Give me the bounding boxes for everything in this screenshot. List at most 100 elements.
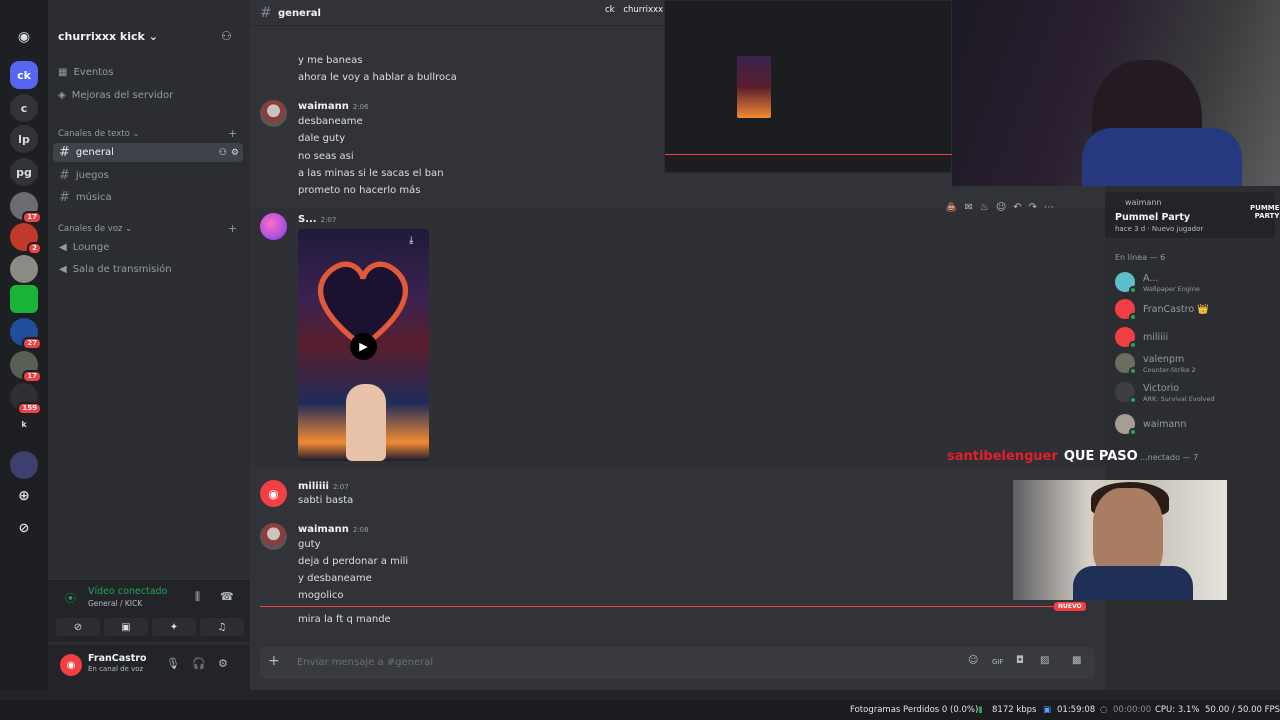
message-text: y me baneas — [298, 55, 363, 66]
voice-status-subtitle[interactable]: General / KICK — [88, 599, 142, 608]
member-name: waimann — [1143, 418, 1187, 430]
server-icon-k[interactable]: k — [10, 410, 38, 438]
server-icon[interactable]: 17 — [10, 351, 42, 383]
forward-icon[interactable]: ↷ — [1029, 202, 1037, 213]
activity-game: Pummel Party — [1115, 212, 1191, 223]
chevron-down-icon: ⌄ — [148, 30, 158, 43]
server-icon[interactable]: 27 — [10, 318, 42, 350]
create-voice-channel-icon[interactable]: + — [228, 222, 237, 235]
reaction-poop-icon[interactable]: 💩 — [945, 202, 957, 213]
message-text: y desbaneame — [298, 573, 372, 584]
server-icon-c[interactable]: c — [10, 94, 38, 122]
avatar[interactable] — [260, 523, 287, 550]
server-name-button[interactable]: churrixxx kick ⌄ — [58, 30, 158, 43]
discord-home-icon[interactable]: ◉ — [10, 23, 38, 51]
member-item[interactable]: Victorio ARK: Survival Evolved — [1115, 381, 1214, 404]
hash-icon: # — [260, 5, 272, 21]
headphones-icon[interactable]: 🎧 — [192, 657, 206, 670]
server-icon[interactable] — [10, 451, 38, 479]
category-label: Canales de voz — [58, 224, 123, 234]
server-label: pg — [16, 165, 32, 179]
message-input[interactable]: Enviar mensaje a #general — [297, 657, 433, 668]
message-text: no seas asi — [298, 151, 354, 162]
disconnect-icon[interactable]: ☎ — [220, 590, 234, 603]
message-author[interactable]: waimann 2:06 — [298, 101, 369, 112]
activities-button[interactable]: ✦ — [152, 618, 196, 636]
events-item[interactable]: ▦ Eventos — [58, 67, 113, 78]
channel-musica[interactable]: # música — [53, 188, 243, 207]
noise-suppression-icon[interactable]: ⫼ — [195, 590, 200, 604]
server-icon[interactable]: 17 — [10, 192, 42, 224]
gif-icon[interactable]: GIF — [992, 658, 1004, 666]
member-item[interactable]: FranCastro 👑 — [1115, 298, 1209, 321]
server-icon[interactable] — [10, 255, 38, 283]
message-author[interactable]: miliiii 2:07 — [298, 481, 349, 492]
avatar[interactable]: ◉ — [60, 654, 82, 676]
voice-status-title: Vídeo conectado — [88, 586, 168, 597]
play-icon[interactable]: ▶ — [350, 333, 377, 360]
gear-icon[interactable]: ⚙ — [231, 148, 239, 158]
emoji-icon[interactable]: ☺ — [968, 655, 978, 666]
screen: ◉ ck c lp pg 17 2 27 17 159 k ⊕ ⊘ churri… — [0, 0, 1280, 720]
channel-label: Lounge — [72, 242, 110, 253]
add-reaction-icon[interactable]: ☺ — [996, 202, 1006, 213]
stream-icon: ◌ — [1100, 705, 1108, 715]
discover-icon[interactable]: ⊘ — [10, 514, 38, 542]
server-label: k — [21, 419, 27, 429]
attach-plus-icon[interactable]: + — [268, 653, 280, 669]
status-dot — [1129, 396, 1137, 404]
activity-card[interactable]: waimann Pummel Party hace 3 d · Nuevo ju… — [1105, 192, 1280, 238]
message-author[interactable]: waimann 2:08 — [298, 524, 369, 535]
add-server-icon[interactable]: ⊕ — [10, 482, 38, 510]
avatar[interactable] — [260, 213, 287, 240]
stream-time: 00:00:00 — [1113, 705, 1152, 715]
video-attachment[interactable]: ▶ ⤓ — [298, 229, 429, 461]
server-icon-pg[interactable]: pg — [10, 158, 38, 186]
message-author[interactable]: S... 2:07 — [298, 214, 336, 225]
camera-off-button[interactable]: ⊘ — [56, 618, 100, 636]
member-item[interactable]: waimann — [1115, 413, 1187, 436]
reaction-icon[interactable]: ♨ — [980, 202, 989, 213]
signal-icon[interactable]: ⦿ — [65, 590, 76, 606]
preview-divider — [665, 154, 953, 155]
channel-general[interactable]: # general ⚇ ⚙ — [53, 143, 243, 162]
sticker-icon[interactable]: ◘ — [1016, 655, 1024, 666]
message-composer[interactable]: + Enviar mensaje a #general ☺ GIF ◘ ▨ ▩ — [260, 647, 1095, 679]
mention-badge: 27 — [22, 337, 42, 350]
member-item[interactable]: valenpm Counter-Strike 2 — [1115, 352, 1196, 375]
reply-icon[interactable]: ↶ — [1013, 202, 1021, 213]
text-category-header[interactable]: Canales de texto ⌄ — [58, 129, 140, 139]
channel-juegos[interactable]: # juegos — [53, 166, 243, 185]
voice-category-header[interactable]: Canales de voz ⌄ — [58, 224, 132, 234]
more-icon[interactable]: ⋯ — [1044, 202, 1054, 213]
avatar[interactable] — [260, 100, 287, 127]
apps-icon[interactable]: ▩ — [1072, 655, 1081, 666]
avatar[interactable]: ◉ — [260, 480, 287, 507]
server-label: lp — [18, 132, 30, 146]
microphone-icon[interactable]: 🎙 — [166, 657, 180, 670]
avatar — [1115, 353, 1137, 375]
image-icon[interactable]: ▨ — [1040, 655, 1049, 666]
timestamp: 2:06 — [352, 103, 369, 111]
invite-icon[interactable]: ⚇ — [219, 148, 227, 158]
invite-people-icon[interactable]: ⚇ — [221, 29, 235, 43]
server-icon-ck[interactable]: ck — [10, 61, 38, 89]
server-icon[interactable]: 159 — [10, 383, 42, 415]
soundboard-button[interactable]: ♫ — [200, 618, 244, 636]
webcam-overlay-bottom — [1013, 480, 1227, 600]
top-right-label: churrixxx — [623, 5, 664, 15]
boosts-item[interactable]: ◈ Mejoras del servidor — [58, 90, 173, 101]
download-icon[interactable]: ⤓ — [409, 235, 413, 246]
server-icon[interactable]: 2 — [10, 223, 42, 255]
voice-channel-sala[interactable]: ◀ Sala de transmisión — [53, 260, 243, 279]
server-icon-lp[interactable]: lp — [10, 125, 38, 153]
create-channel-icon[interactable]: + — [228, 127, 237, 140]
member-item[interactable]: miliiii — [1115, 326, 1168, 349]
reaction-mail-icon[interactable]: ✉ — [964, 202, 972, 213]
share-screen-button[interactable]: ▣ — [104, 618, 148, 636]
member-item[interactable]: A... Wallpaper Engine — [1115, 271, 1200, 294]
server-icon[interactable] — [10, 285, 38, 313]
message-text: desbaneame — [298, 116, 363, 127]
user-settings-icon[interactable]: ⚙ — [218, 657, 228, 670]
voice-channel-lounge[interactable]: ◀ Lounge — [53, 238, 243, 257]
